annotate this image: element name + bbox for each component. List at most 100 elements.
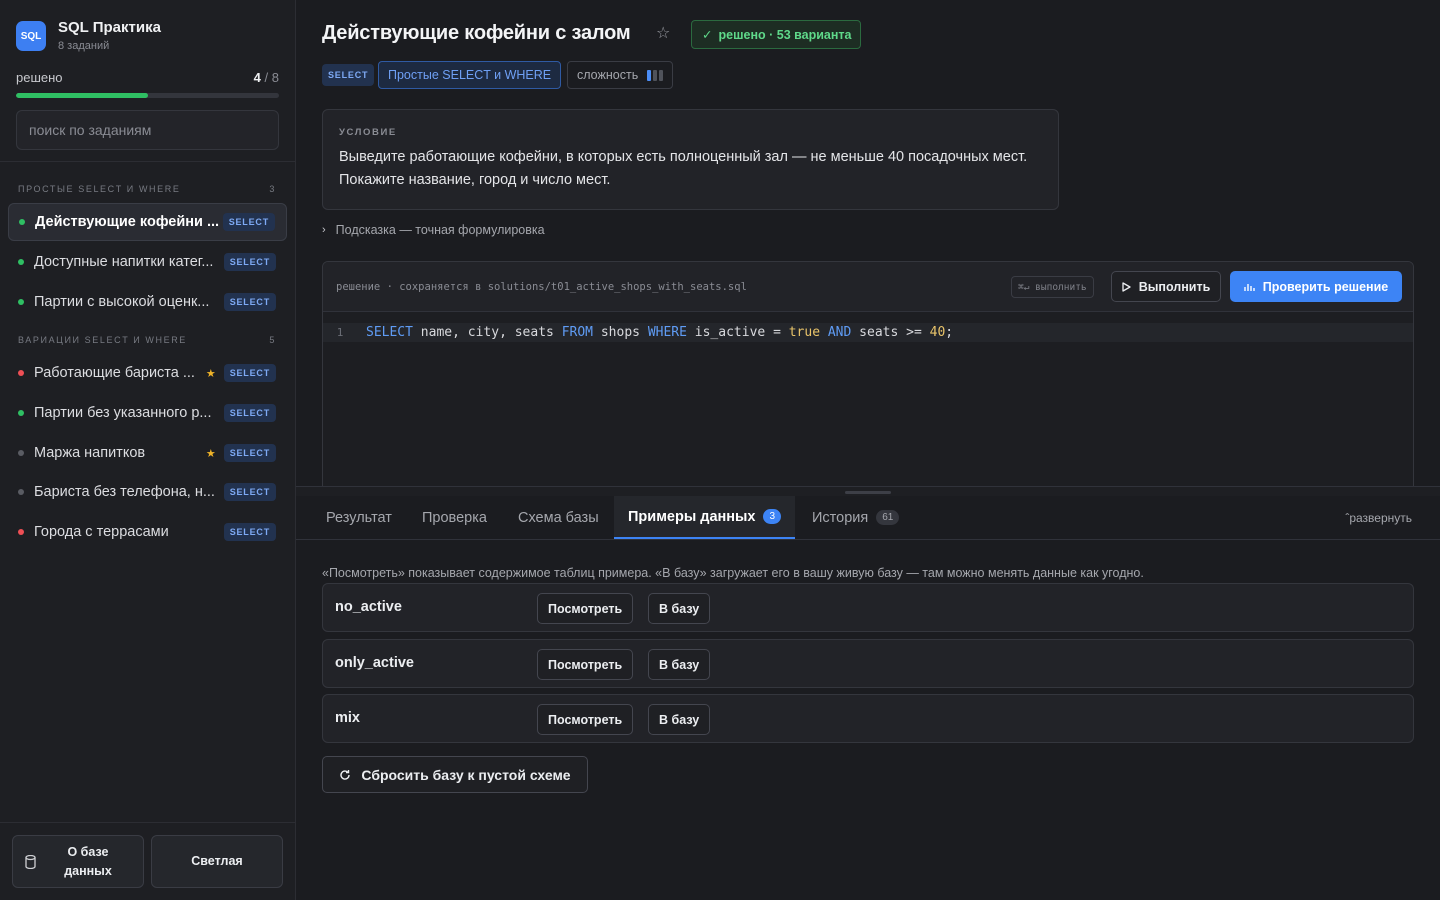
task-item[interactable]: Города с террасами SELECT [8,513,287,551]
difficulty-bars [647,69,664,81]
sql-code[interactable]: SELECT name, city, seats FROM shops WHER… [366,325,953,340]
task-item-active[interactable]: Действующие кофейни ... SELECT [8,203,287,241]
group-title: ВАРИАЦИИ SELECT И WHERE [18,335,187,345]
dataset-name: no_active [335,599,402,615]
solved-badge-text: решено · 53 варианта [718,27,852,42]
chart-icon [1244,283,1255,291]
condition-card: УСЛОВИЕ Выведите работающие кофейни, в к… [322,109,1059,210]
difficulty-bar [647,69,652,81]
task-tag: SELECT [223,364,276,382]
hint-toggle[interactable]: › Подсказка — точная формулировка [322,223,545,237]
tab-label: Примеры данных [628,508,756,525]
group-title: ПРОСТЫЕ SELECT И WHERE [18,184,181,194]
task-title: Партии без указанного р... [34,405,212,421]
app-title: SQL Практика [58,19,161,36]
status-dot-failed [18,529,24,535]
tab-sample-data[interactable]: Примеры данных 3 [614,496,796,539]
db-info-button[interactable]: О базе данных [12,835,144,888]
dataset-row: mix Посмотреть В базу [322,694,1414,743]
chevron-right-icon: › [322,224,326,236]
tab-history[interactable]: История 61 [812,496,900,539]
db-info-label: О базе данных [64,844,112,878]
progress-fill [16,93,148,98]
task-title: Бариста без телефона, н... [34,484,215,500]
task-tag: SELECT [223,253,276,271]
task-title-heading: Действующие кофейни с залом [322,22,631,44]
tab-count-badge: 61 [876,510,900,525]
task-title: Партии с высокой оценк... [34,294,210,310]
task-tag: SELECT [223,404,276,422]
task-item[interactable]: Бариста без телефона, н... SELECT [8,473,287,511]
datasets-info: «Посмотреть» показывает содержимое табли… [322,566,1144,580]
group-count: 3 [269,184,276,194]
dataset-name: mix [335,710,360,726]
condition-label: УСЛОВИЕ [339,127,397,138]
expand-label: развернуть [1349,511,1412,525]
view-button[interactable]: Посмотреть [537,593,634,624]
tab-label: Проверка [422,509,487,526]
resize-handle[interactable] [845,491,891,494]
tab-count-badge: 3 [763,509,782,524]
line-number: 1 [336,326,344,339]
task-title: Маржа напитков [34,445,146,461]
star-icon: ★ [205,367,216,380]
task-title: Действующие кофейни ... [35,214,220,230]
shortcut-hint: ⌘↵ выполнить [1011,276,1094,298]
load-to-db-button[interactable]: В базу [648,649,711,680]
progress-total: / 8 [264,70,279,85]
code-line[interactable]: 1 SELECT name, city, seats FROM shops WH… [323,323,1413,342]
task-tag: SELECT [223,523,276,541]
progress-bar [16,93,279,98]
tab-result[interactable]: Результат [326,496,392,539]
theme-toggle-button[interactable]: Светлая [151,835,283,888]
task-title: Доступные напитки катег... [34,254,214,270]
reset-db-button[interactable]: Сбросить базу к пустой схеме [322,756,588,793]
load-to-db-button[interactable]: В базу [648,593,711,624]
hint-label: Подсказка — точная формулировка [335,223,545,237]
task-tag: SELECT [223,483,276,501]
group-header-simple: ПРОСТЫЕ SELECT И WHERE 3 [18,184,276,194]
task-item[interactable]: Партии с высокой оценк... SELECT [8,283,287,321]
tab-schema[interactable]: Схема базы [518,496,599,539]
task-item[interactable]: Маржа напитков ★ SELECT [8,434,287,472]
refresh-icon [340,769,351,780]
group-header-variations: ВАРИАЦИИ SELECT И WHERE 5 [18,335,276,345]
expand-button[interactable]: ˆразвернуть [1345,511,1412,525]
topic-chip[interactable]: Простые SELECT и WHERE [378,61,562,89]
database-icon [25,855,36,869]
difficulty-bar [659,69,664,81]
dataset-row: only_active Посмотреть В базу [322,639,1414,688]
tab-label: История [812,509,869,526]
reset-label: Сбросить базу к пустой схеме [361,766,571,783]
task-item[interactable]: Партии без указанного р... SELECT [8,394,287,432]
brand: SQL SQL Практика 8 заданий [16,20,161,52]
progress-count: 4 / 8 [254,70,279,85]
view-button[interactable]: Посмотреть [537,649,634,680]
status-dot-none [18,450,24,456]
load-to-db-button[interactable]: В базу [648,704,711,735]
run-label: Выполнить [1138,279,1211,294]
search-input[interactable] [16,110,279,150]
theme-label: Светлая [191,854,243,868]
run-button[interactable]: Выполнить [1111,271,1221,302]
app-subtitle: 8 заданий [58,40,110,52]
tab-label: Результат [326,509,392,526]
status-dot-solved [18,410,24,416]
app-logo: SQL [16,21,46,51]
tab-check[interactable]: Проверка [422,496,487,539]
status-dot-none [18,489,24,495]
panel-resizer[interactable] [296,486,1440,496]
progress-summary: решено 4 / 8 [16,70,279,85]
task-title: Работающие бариста ... [34,365,195,381]
task-tag: SELECT [223,444,276,462]
task-item[interactable]: Работающие бариста ... ★ SELECT [8,354,287,392]
progress-solved: 4 [253,70,261,85]
star-icon[interactable]: ☆ [656,26,672,42]
dataset-row: no_active Посмотреть В базу [322,583,1414,632]
task-item[interactable]: Доступные напитки катег... SELECT [8,243,287,281]
group-count: 5 [269,335,276,345]
divider [0,161,295,162]
view-button[interactable]: Посмотреть [537,704,634,735]
sql-tag: SELECT [322,64,375,86]
check-solution-button[interactable]: Проверить решение [1230,271,1402,302]
